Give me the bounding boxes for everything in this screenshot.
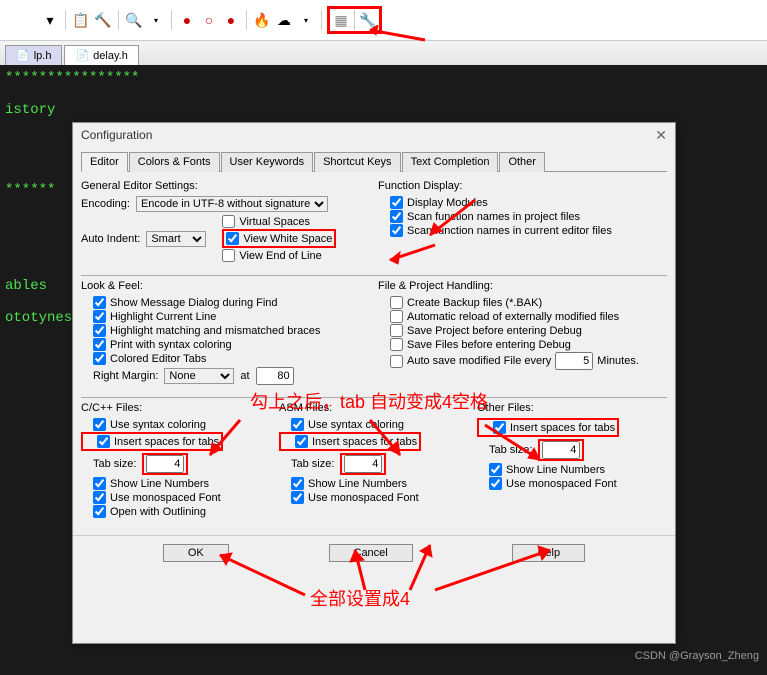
- red-dot-icon[interactable]: ●: [177, 10, 197, 30]
- create-bak-checkbox[interactable]: [390, 296, 403, 309]
- view-eol-checkbox[interactable]: [222, 249, 235, 262]
- annotation-text: 勾上之后，tab 自动变成4空格: [250, 388, 488, 414]
- tab-other[interactable]: Other: [499, 152, 545, 172]
- file-tab-delay[interactable]: 📄 delay.h: [64, 45, 138, 65]
- asm-mono-font-checkbox[interactable]: [291, 491, 304, 504]
- arrow-annotation: [480, 420, 550, 470]
- tab-shortcut-keys[interactable]: Shortcut Keys: [314, 152, 400, 172]
- arrow-annotation: [200, 415, 250, 465]
- file-handling-title: File & Project Handling:: [378, 280, 667, 292]
- c-outlining-checkbox[interactable]: [93, 505, 106, 518]
- asm-line-numbers-checkbox[interactable]: [291, 477, 304, 490]
- arrow-annotation: [420, 195, 480, 245]
- right-margin-select[interactable]: None: [164, 368, 234, 384]
- auto-reload-checkbox[interactable]: [390, 310, 403, 323]
- tab-text-completion[interactable]: Text Completion: [402, 152, 499, 172]
- zoom-icon[interactable]: 🔍: [124, 10, 144, 30]
- arrow-annotation: [210, 545, 310, 600]
- tab-editor[interactable]: Editor: [81, 152, 128, 172]
- c-line-numbers-checkbox[interactable]: [93, 477, 106, 490]
- flame-icon[interactable]: 🔥: [252, 10, 272, 30]
- auto-save-checkbox[interactable]: [390, 355, 403, 368]
- circle-icon[interactable]: ○: [199, 10, 219, 30]
- colored-tabs-checkbox[interactable]: [93, 352, 106, 365]
- cloud-icon[interactable]: ☁: [274, 10, 294, 30]
- arrow-annotation: [360, 415, 410, 465]
- c-files-title: C/C++ Files:: [81, 402, 271, 414]
- file-tab-lp[interactable]: 📄 lp.h: [5, 45, 62, 65]
- print-syntax-checkbox[interactable]: [93, 338, 106, 351]
- arrow-annotation: [360, 25, 430, 55]
- function-display-title: Function Display:: [378, 180, 667, 192]
- red-dot-icon[interactable]: ●: [221, 10, 241, 30]
- scan-project-checkbox[interactable]: [390, 210, 403, 223]
- virtual-spaces-checkbox[interactable]: [222, 215, 235, 228]
- highlight-line-checkbox[interactable]: [93, 310, 106, 323]
- auto-save-minutes-input[interactable]: [555, 352, 593, 370]
- close-icon[interactable]: ✕: [655, 127, 667, 144]
- asm-spaces-tabs-checkbox[interactable]: [295, 435, 308, 448]
- other-files-title: Other Files:: [477, 402, 667, 414]
- auto-indent-select[interactable]: Smart: [146, 231, 206, 247]
- save-proj-checkbox[interactable]: [390, 324, 403, 337]
- save-files-checkbox[interactable]: [390, 338, 403, 351]
- highlight-braces-checkbox[interactable]: [93, 324, 106, 337]
- asm-syntax-checkbox[interactable]: [291, 418, 304, 431]
- arrow-annotation: [430, 540, 560, 595]
- c-tab-size-input[interactable]: [146, 455, 184, 473]
- view-white-space-checkbox[interactable]: [226, 232, 239, 245]
- dropdown-icon[interactable]: ▾: [146, 10, 166, 30]
- encoding-select[interactable]: Encode in UTF-8 without signature: [136, 196, 328, 212]
- arrow-annotation: [380, 240, 440, 270]
- dialog-tabs: Editor Colors & Fonts User Keywords Shor…: [81, 151, 667, 172]
- look-feel-title: Look & Feel:: [81, 280, 370, 292]
- watermark: CSDN @Grayson_Zheng: [635, 650, 759, 662]
- doc-icon[interactable]: 📋: [71, 10, 91, 30]
- tab-colors-fonts[interactable]: Colors & Fonts: [129, 152, 220, 172]
- display-modules-checkbox[interactable]: [390, 196, 403, 209]
- margin-at-input[interactable]: [256, 367, 294, 385]
- tool-icon[interactable]: 🔨: [93, 10, 113, 30]
- scan-current-checkbox[interactable]: [390, 224, 403, 237]
- dropdown-icon[interactable]: ▾: [296, 10, 316, 30]
- general-settings-title: General Editor Settings:: [81, 180, 370, 192]
- dialog-title: Configuration: [81, 128, 152, 142]
- other-mono-font-checkbox[interactable]: [489, 477, 502, 490]
- dropdown-icon[interactable]: ▾: [40, 10, 60, 30]
- grid-icon[interactable]: ▦: [331, 10, 351, 30]
- c-mono-font-checkbox[interactable]: [93, 491, 106, 504]
- c-syntax-checkbox[interactable]: [93, 418, 106, 431]
- arrow-annotation: [340, 540, 390, 595]
- show-msg-checkbox[interactable]: [93, 296, 106, 309]
- c-spaces-tabs-checkbox[interactable]: [97, 435, 110, 448]
- tab-user-keywords[interactable]: User Keywords: [221, 152, 314, 172]
